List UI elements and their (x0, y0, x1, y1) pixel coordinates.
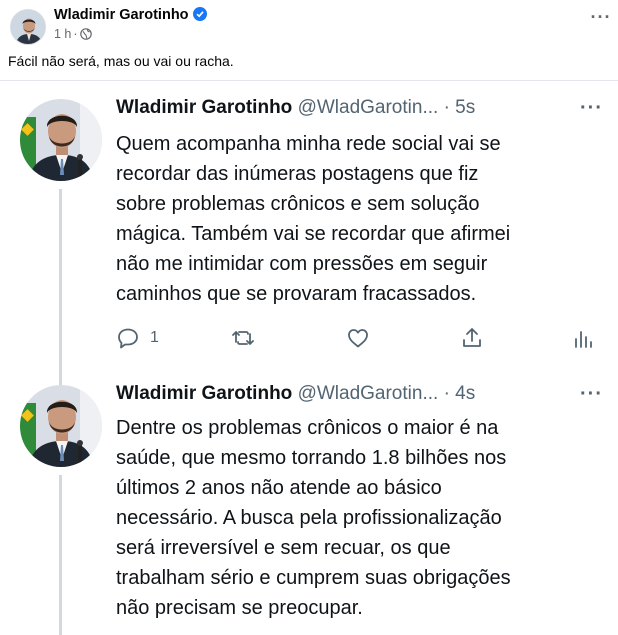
author-name[interactable]: Wladimir Garotinho (54, 7, 189, 23)
author-name-row: Wladimir Garotinho (54, 7, 207, 23)
author-avatar[interactable] (10, 9, 46, 45)
heart-icon (348, 329, 368, 348)
tweet-text-line: recordar das inúmeras postagens que fiz (116, 163, 479, 185)
thread-connector (59, 475, 62, 635)
tweet-header: Wladimir Garotinho @WladGarotin... · 5s (116, 97, 475, 119)
tweet-avatar[interactable] (20, 385, 102, 467)
tweet-time[interactable]: · 5s (444, 97, 476, 118)
tweet-time[interactable]: · 4s (444, 383, 476, 404)
analytics-icon (575, 331, 592, 348)
post-meta: 1 h · (54, 27, 92, 41)
tweet-text-line: sobre problemas crônicos e sem solução (116, 193, 480, 215)
tweet-author-name[interactable]: Wladimir Garotinho (116, 383, 292, 404)
tweet-text-line: caminhos que se provaram fracassados. (116, 283, 477, 305)
tweet-text-line: necessário. A busca pela profissionaliza… (116, 507, 502, 529)
tweet-text: Quem acompanha minha rede social vai se … (116, 129, 606, 309)
reply-icon (118, 328, 138, 349)
post-options-icon[interactable]: ··· (588, 8, 614, 30)
tweet-author-handle[interactable]: @WladGarotin... (298, 97, 439, 118)
globe-icon (79, 28, 92, 40)
tweet-avatar[interactable] (20, 99, 102, 181)
tweet-text-line: mágica. Também vai se recordar que afirm… (116, 223, 511, 245)
reply-button[interactable]: 1 (116, 324, 159, 352)
verified-badge-icon (192, 7, 207, 21)
tweet-author-name[interactable]: Wladimir Garotinho (116, 97, 292, 118)
retweet-button[interactable] (231, 324, 255, 352)
tweet-more-icon[interactable]: ··· (580, 97, 603, 120)
tweet-thread-image: Wladimir Garotinho @WladGarotin... · 5s … (0, 81, 618, 635)
tweet-more-icon[interactable]: ··· (580, 383, 603, 406)
tweet-actions: 1 (116, 324, 606, 354)
reply-count: 1 (150, 329, 159, 346)
analytics-button[interactable] (571, 324, 595, 352)
share-button[interactable] (460, 324, 484, 352)
post-caption: Fácil não será, mas ou vai ou racha. (8, 53, 234, 69)
tweet-text-line: não precisam se preocupar. (116, 597, 363, 619)
tweet-text-line: não me intimidar com pressões em seguir (116, 253, 488, 275)
post-time[interactable]: 1 h (54, 27, 71, 41)
like-button[interactable] (346, 324, 370, 352)
tweet-author-handle[interactable]: @WladGarotin... (298, 383, 439, 404)
tweet-header: Wladimir Garotinho @WladGarotin... · 4s (116, 383, 475, 405)
retweet-icon (232, 331, 254, 345)
meta-separator: · (73, 27, 78, 41)
tweet-text-line: saúde, que mesmo torrando 1.8 bilhões no… (116, 447, 507, 469)
tweet-text-line: será irreversível e sem recuar, os que (116, 537, 451, 559)
facebook-post-header: Wladimir Garotinho 1 h · ··· Fácil não s… (0, 0, 618, 80)
share-icon (463, 328, 481, 347)
tweet-text-line: Dentre os problemas crônicos o maior é n… (116, 417, 499, 439)
tweet-text-line: Quem acompanha minha rede social vai se (116, 133, 501, 155)
tweet-text-line: últimos 2 anos não atende ao básico (116, 477, 442, 499)
tweet-text-line: trabalham sério e cumprem suas obrigaçõe… (116, 567, 511, 589)
tweet-text: Dentre os problemas crônicos o maior é n… (116, 413, 606, 623)
